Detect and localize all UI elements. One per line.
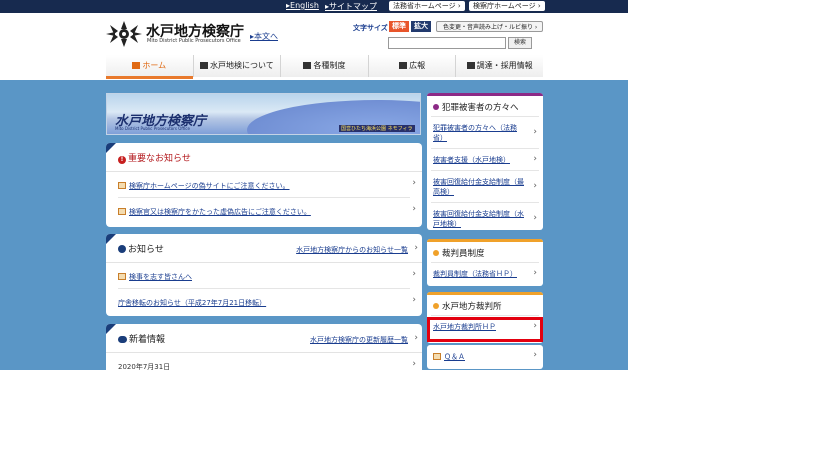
- highlight-box: [427, 317, 543, 342]
- nav-systems[interactable]: 各種制度: [280, 55, 368, 77]
- font-size-label: 文字サイズ: [353, 24, 388, 32]
- bullet-icon: [433, 303, 439, 309]
- document-icon: [118, 208, 126, 215]
- qa-panel: Ｑ＆Ａ ›: [427, 345, 543, 369]
- list-item[interactable]: 犯罪被害者の方々へ（法務省） ›: [431, 117, 539, 149]
- megaphone-icon: [399, 62, 408, 69]
- chevron-right-icon: ›: [533, 212, 537, 223]
- nav-home[interactable]: ホーム: [106, 55, 193, 79]
- moj-home-button[interactable]: 法務省ホームページ ›: [389, 1, 465, 11]
- hero-banner: 水戸地方検察庁 Mito District Public Prosecutors…: [106, 93, 421, 135]
- list-item[interactable]: 検察官又は検察庁をかたった虚偽広告にご注意ください。 ›: [118, 198, 416, 223]
- chevron-right-icon: ›: [533, 350, 537, 360]
- document-icon: [303, 62, 312, 69]
- chevron-right-icon: ›: [533, 126, 537, 137]
- news-title: 新着情報: [129, 335, 166, 345]
- font-standard-button[interactable]: 標準: [389, 21, 409, 32]
- chevron-right-icon: ›: [412, 178, 416, 188]
- notices-title: お知らせ: [128, 245, 164, 255]
- top-utility-bar: ▸English ▸サイトマップ 法務省ホームページ › 検察庁ホームページ ›: [0, 0, 628, 13]
- chevron-right-icon: ›: [412, 204, 416, 214]
- court-header: 水戸地方裁判所: [431, 295, 539, 316]
- hero-caption: 国営ひたち海浜公園 ネモフィラ: [339, 125, 415, 132]
- victims-panel: 犯罪被害者の方々へ 犯罪被害者の方々へ（法務省） › 被害者支援（水戸地検） › 被…: [427, 93, 543, 230]
- chevron-right-icon: ›: [412, 269, 416, 279]
- news-header: 新着情報 水戸地方検察庁の更新履歴一覧 ›: [106, 324, 422, 353]
- list-item[interactable]: 被害回復給付金支給制度（最高検） ›: [431, 171, 539, 203]
- logo-subtitle: Mito District Public Prosecutors Office: [147, 38, 241, 44]
- chevron-right-icon: ›: [414, 333, 418, 343]
- document-icon: [433, 353, 441, 360]
- important-notices-panel: ! 重要なお知らせ 検察庁ホームページの偽サイトにご注意ください。 › 検察官又は…: [106, 143, 422, 227]
- sitemap-link[interactable]: ▸サイトマップ: [325, 1, 377, 12]
- building-icon: [200, 62, 208, 69]
- bullet-icon: [433, 104, 439, 110]
- victims-header: 犯罪被害者の方々へ: [431, 96, 539, 117]
- list-item[interactable]: 裁判員制度（法務省ＨＰ） ›: [431, 263, 539, 284]
- font-large-button[interactable]: 拡大: [411, 21, 431, 32]
- global-nav: ホーム 水戸地検について 各種制度 広報 調達・採用情報: [106, 55, 543, 79]
- skip-to-content-link[interactable]: ▸本文へ: [250, 31, 278, 42]
- list-item[interactable]: 検事を志す皆さんへ ›: [118, 263, 416, 289]
- important-notices-title: 重要なお知らせ: [128, 154, 191, 164]
- chevron-right-icon: ›: [412, 359, 416, 369]
- site-logo[interactable]: 水戸地方検察庁 Mito District Public Prosecutors…: [106, 20, 246, 48]
- chevron-right-icon: ›: [533, 180, 537, 191]
- chevron-right-icon: ›: [533, 153, 537, 164]
- list-item[interactable]: 被害者支援（水戸地検） ›: [431, 149, 539, 171]
- hero-subtitle: Mito District Public Prosecutors Office: [115, 126, 190, 131]
- list-item[interactable]: 2020年7月31日 ›: [118, 353, 416, 370]
- nav-pr[interactable]: 広報: [367, 55, 456, 77]
- chevron-right-icon: ›: [412, 295, 416, 305]
- notices-panel: お知らせ 水戸地方検察庁からのお知らせ一覧 › 検事を志す皆さんへ › 庁舎移転…: [106, 234, 422, 316]
- emblem-icon: [106, 21, 142, 47]
- important-notices-header: ! 重要なお知らせ: [106, 143, 422, 172]
- search-button[interactable]: 検索: [508, 37, 532, 49]
- nav-about[interactable]: 水戸地検について: [192, 55, 281, 77]
- saibanin-panel: 裁判員制度 裁判員制度（法務省ＨＰ） ›: [427, 239, 543, 286]
- english-link[interactable]: ▸English: [286, 1, 319, 10]
- saibanin-title: 裁判員制度: [442, 249, 485, 259]
- info-icon: [118, 245, 126, 253]
- bullet-icon: [433, 250, 439, 256]
- chevron-right-icon: ›: [533, 267, 537, 278]
- court-title: 水戸地方裁判所: [442, 302, 502, 312]
- chevron-right-icon: ›: [414, 243, 418, 253]
- home-icon: [132, 62, 141, 69]
- document-icon: [118, 182, 126, 189]
- list-item[interactable]: 検察庁ホームページの偽サイトにご注意ください。 ›: [118, 172, 416, 198]
- document-icon: [118, 273, 126, 280]
- speech-bubble-icon: [118, 336, 127, 343]
- news-panel: 新着情報 水戸地方検察庁の更新履歴一覧 › 2020年7月31日 ›: [106, 324, 422, 370]
- qa-link[interactable]: Ｑ＆Ａ ›: [431, 345, 539, 367]
- person-icon: [466, 62, 475, 69]
- notices-header: お知らせ 水戸地方検察庁からのお知らせ一覧 ›: [106, 234, 422, 263]
- victims-title: 犯罪被害者の方々へ: [442, 103, 519, 113]
- browser-viewport: ▸English ▸サイトマップ 法務省ホームページ › 検察庁ホームページ ›…: [0, 0, 628, 370]
- nav-procurement[interactable]: 調達・採用情報: [455, 55, 543, 77]
- accessibility-button[interactable]: 色変更・音声読み上げ・ルビ振り ›: [436, 21, 543, 32]
- alert-icon: !: [118, 156, 126, 164]
- kensatsu-home-button[interactable]: 検察庁ホームページ ›: [469, 1, 545, 11]
- list-item[interactable]: 被害回復給付金支給制度（水戸地検） ›: [431, 203, 539, 230]
- saibanin-header: 裁判員制度: [431, 242, 539, 263]
- search-input[interactable]: [388, 37, 506, 49]
- news-history-link[interactable]: 水戸地方検察庁の更新履歴一覧: [310, 335, 408, 345]
- notices-list-link[interactable]: 水戸地方検察庁からのお知らせ一覧: [296, 245, 408, 255]
- list-item[interactable]: 庁舎移転のお知らせ（平成27年7月21日移転） ›: [118, 289, 416, 314]
